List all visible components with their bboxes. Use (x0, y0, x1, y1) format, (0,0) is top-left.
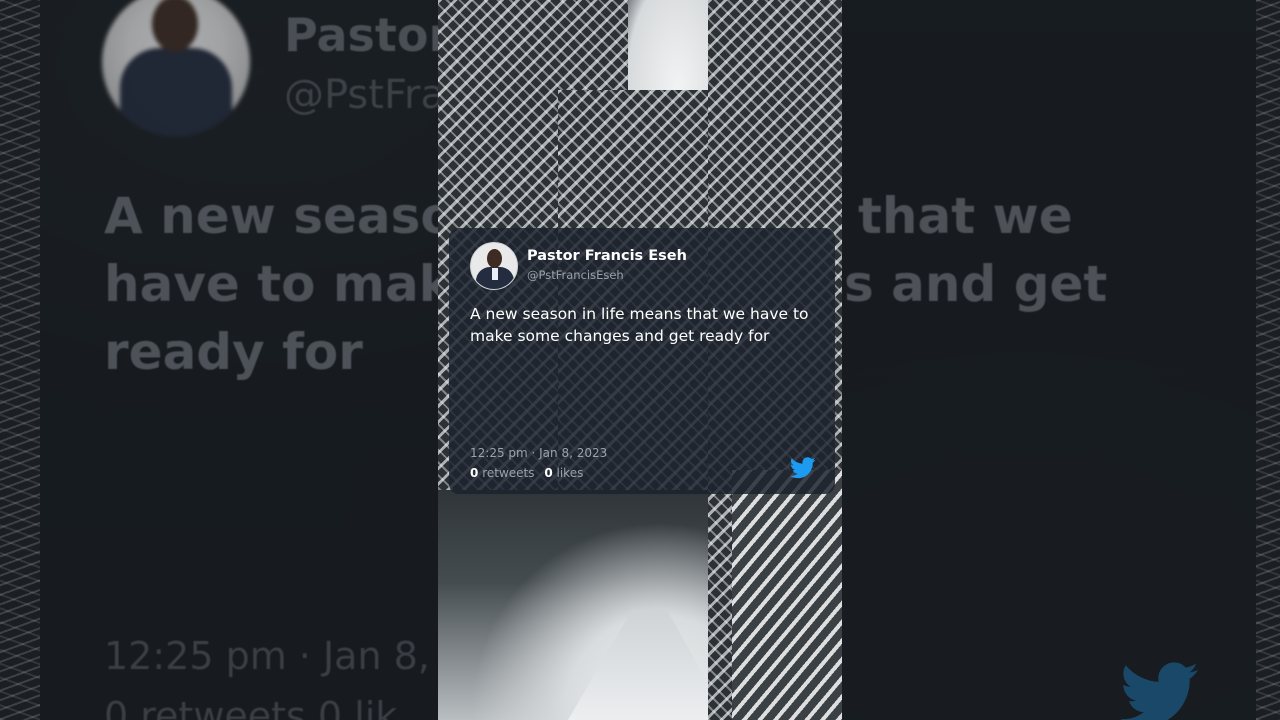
tweet-timestamp: 12:25 pm · Jan 8, 2023 (470, 446, 608, 460)
tweet-card: Pastor Francis Eseh @PstFrancisEseh A ne… (449, 228, 835, 494)
avatar (470, 242, 518, 290)
background-text-line2: have to mak (104, 255, 452, 313)
author-handle: @PstFrancisEseh (527, 268, 624, 282)
background-handle: @PstFra (284, 72, 445, 118)
background-timestamp: 12:25 pm · Jan 8, (104, 634, 430, 678)
background-avatar (102, 0, 250, 136)
retweets-count: 0 (470, 466, 479, 480)
tweet-text: A new season in life means that we have … (470, 305, 809, 345)
tweet-stats: 0 retweets 0 likes (470, 466, 583, 480)
background-stats: 0 retweets 0 lik (104, 694, 398, 720)
background-text-line1-right: that we (858, 187, 1073, 245)
background-edge-right (1256, 0, 1280, 720)
background-text-line3: ready for (104, 323, 363, 381)
retweets-label: retweets (482, 466, 535, 480)
snowy-branches-right (732, 470, 842, 720)
author-name: Pastor Francis Eseh (527, 248, 687, 264)
background-edge-left (0, 0, 40, 720)
twitter-bird-icon (790, 457, 816, 479)
likes-count: 0 (544, 466, 553, 480)
background-text-line1: A new seaso (104, 187, 455, 245)
background-text-line2-right: s and get (844, 255, 1108, 313)
video-frame: Pastor @PstFra A new seaso that we have … (0, 0, 1280, 720)
background-twitter-bird-icon (1120, 662, 1199, 720)
background-name: Pastor (284, 8, 452, 62)
likes-label: likes (556, 466, 584, 480)
